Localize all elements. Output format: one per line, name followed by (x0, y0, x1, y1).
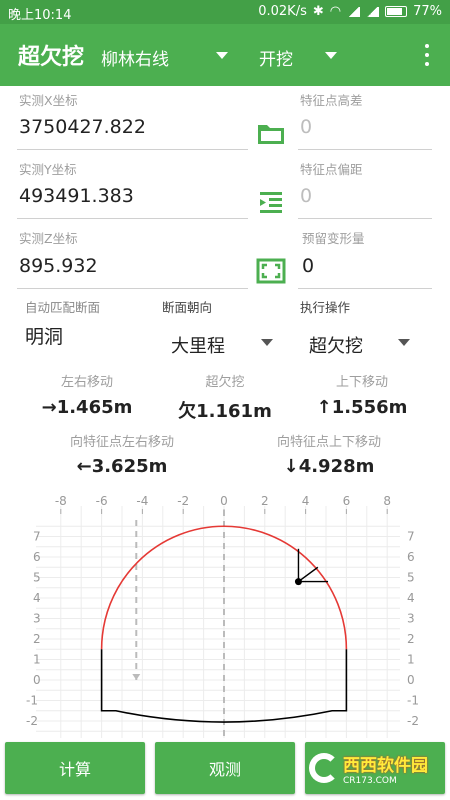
y-tick-label-left: 1 (33, 653, 41, 667)
direction-select[interactable]: 大里程 (171, 332, 225, 358)
app-title: 超欠挖 (18, 45, 85, 70)
deform-label: 预留变形量 (302, 231, 365, 246)
direction-label: 断面朝向 (162, 300, 213, 315)
observe-button[interactable]: 观测 (155, 742, 295, 794)
watermark-logo: 西西软件园 CR173.COM (305, 742, 431, 794)
y-coord-label: 实测Y坐标 (19, 162, 77, 177)
battery-percent: 77% (413, 4, 442, 19)
x-coord-underline (17, 149, 248, 150)
y-tick-label-left: 2 (33, 632, 41, 646)
offset-label: 特征点偏距 (300, 162, 363, 177)
mode-select-chevron-down-icon[interactable] (325, 52, 337, 59)
x-tick-label: 8 (383, 494, 391, 508)
line-select[interactable]: 柳林右线 (101, 45, 169, 70)
y-tick-label-right: 6 (407, 550, 415, 564)
action-chevron-down-icon[interactable] (398, 339, 410, 346)
ud-move-value: ↑1.556m (316, 397, 408, 418)
y-tick-label-right: -1 (407, 694, 419, 708)
feature-lr-label: 向特征点左右移动 (69, 435, 174, 450)
feature-ud-value: ↓4.928m (283, 456, 375, 477)
watermark-c-icon (309, 753, 339, 783)
height-diff-underline (298, 149, 432, 150)
line-select-chevron-down-icon[interactable] (216, 52, 228, 59)
y-tick-label-right: 0 (407, 673, 415, 687)
tunnel-section-chart: -8 -6 -4 -2 0 2 4 6 8 7 7 6 6 5 5 4 4 3 3 2 2 1 1 0 0 -1 -1 -2 -2 (26, 494, 419, 738)
deform-underline (298, 288, 432, 289)
z-coord-label: 实测Z坐标 (19, 231, 78, 246)
calc-button[interactable]: 计算 (5, 742, 145, 794)
ud-move-label: 上下移动 (335, 375, 388, 390)
height-diff-input[interactable]: 0 (300, 116, 312, 138)
fullscreen-icon[interactable] (256, 258, 286, 284)
y-tick-label-left: 4 (33, 591, 41, 605)
y-tick-label-right: 1 (407, 653, 415, 667)
y-tick-label-left: 0 (33, 673, 41, 687)
y-tick-label-left: -1 (26, 694, 38, 708)
action-select[interactable]: 超欠挖 (309, 332, 363, 358)
feature-lr-value: ←3.625m (76, 456, 168, 477)
y-tick-label-right: 4 (407, 591, 415, 605)
bluetooth-icon: ✱ (312, 4, 324, 19)
x-tick-label: 2 (261, 494, 269, 508)
battery-icon (385, 6, 408, 17)
over-under-label: 超欠挖 (205, 375, 245, 390)
y-tick-label-left: 6 (33, 550, 41, 564)
offset-input[interactable]: 0 (300, 185, 312, 207)
action-label: 执行操作 (300, 300, 351, 315)
y-coord-underline (17, 218, 248, 219)
x-coord-label: 实测X坐标 (19, 93, 78, 108)
x-tick-label: 0 (220, 494, 228, 508)
signal-icon-2 (366, 6, 380, 17)
y-coord-input[interactable]: 493491.383 (19, 185, 134, 207)
y-tick-label-left: 3 (33, 612, 41, 626)
y-tick-label-right: 3 (407, 612, 415, 626)
folder-icon[interactable] (256, 120, 286, 146)
height-diff-label: 特征点高差 (300, 93, 363, 108)
y-tick-label-left: 7 (33, 530, 41, 544)
watermark-text: 西西软件园 CR173.COM (343, 751, 428, 786)
deform-input[interactable]: 0 (302, 255, 314, 277)
mode-select[interactable]: 开挖 (259, 45, 293, 70)
x-tick-label: 4 (302, 494, 310, 508)
x-coord-input[interactable]: 3750427.822 (19, 116, 146, 138)
offset-underline (298, 218, 432, 219)
auto-match-value: 明洞 (25, 326, 64, 348)
signal-icon (347, 6, 361, 17)
lr-move-label: 左右移动 (60, 375, 113, 390)
direction-chevron-down-icon[interactable] (261, 339, 273, 346)
indicator-diagonal (298, 566, 319, 583)
left-ref-arrow (132, 674, 141, 680)
wifi-icon: ◠ (329, 4, 342, 19)
more-menu-icon[interactable] (424, 44, 430, 66)
y-tick-label-right: 2 (407, 632, 415, 646)
status-bar: 晚上10:14 0.02K/s ✱ ◠ 77% (0, 0, 450, 24)
x-tick-label: -8 (55, 494, 67, 508)
status-time: 晚上10:14 (8, 8, 72, 23)
x-tick-label: -2 (177, 494, 189, 508)
y-tick-label-right: 7 (407, 530, 415, 544)
measured-point (294, 578, 302, 586)
indent-list-icon[interactable] (256, 189, 286, 215)
y-tick-label-left: 5 (33, 571, 41, 585)
x-tick-label: -4 (136, 494, 148, 508)
x-tick-label: 6 (343, 494, 351, 508)
y-tick-label-left: -2 (26, 714, 38, 728)
z-coord-input[interactable]: 895.932 (19, 255, 98, 277)
feature-ud-label: 向特征点上下移动 (276, 435, 381, 450)
z-coord-underline (17, 288, 248, 289)
watermark-sub: CR173.COM (343, 775, 397, 786)
status-right: 0.02K/s ✱ ◠ 77% (258, 4, 442, 19)
watermark-main: 西西软件园 (343, 755, 428, 776)
y-tick-label-right: -2 (407, 714, 419, 728)
network-speed: 0.02K/s (258, 4, 307, 19)
x-tick-label: -6 (96, 494, 108, 508)
y-tick-label-right: 5 (407, 571, 415, 585)
over-under-value: 欠1.161m (178, 401, 272, 422)
app-bar: 超欠挖 柳林右线 开挖 (0, 24, 450, 86)
lr-move-value: →1.465m (41, 397, 133, 418)
auto-match-label: 自动匹配断面 (25, 300, 101, 315)
